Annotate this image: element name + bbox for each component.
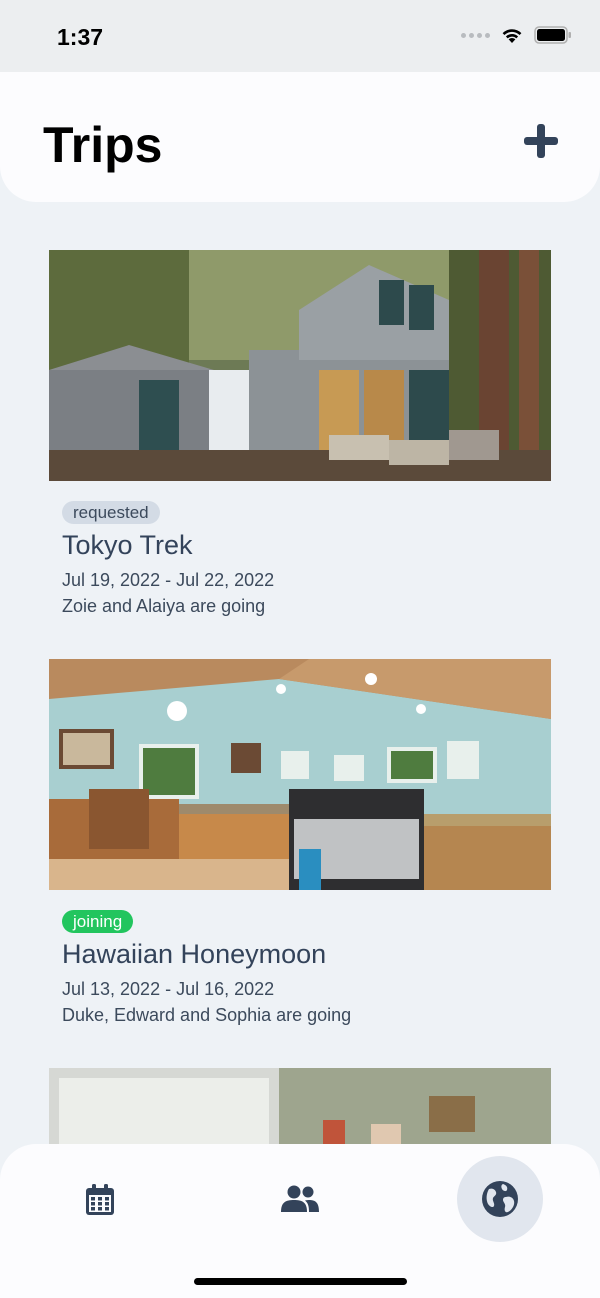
trip-name: Tokyo Trek xyxy=(62,530,193,560)
home-indicator xyxy=(194,1278,407,1285)
calendar-icon xyxy=(86,1183,114,1215)
page-title: Trips xyxy=(43,117,163,173)
tab-bar xyxy=(0,1144,600,1298)
trip-card[interactable]: requested Tokyo Trek Jul 19, 2022 - Jul … xyxy=(49,250,551,617)
add-trip-button[interactable] xyxy=(522,122,560,160)
trip-image xyxy=(49,250,551,481)
trip-list[interactable]: requested Tokyo Trek Jul 19, 2022 - Jul … xyxy=(0,202,600,1144)
trip-card[interactable] xyxy=(49,1068,551,1144)
status-badge: requested xyxy=(62,501,160,524)
trip-name: Hawaiian Honeymoon xyxy=(62,939,327,969)
cellular-dots-icon xyxy=(461,32,490,38)
trip-image xyxy=(49,1068,551,1144)
plus-icon xyxy=(524,124,558,158)
status-badge: joining xyxy=(62,910,134,933)
trip-dates: Jul 13, 2022 - Jul 16, 2022 xyxy=(62,979,275,999)
trip-dates: Jul 19, 2022 - Jul 22, 2022 xyxy=(62,570,275,590)
header: Trips xyxy=(0,72,600,202)
trip-people: Zoie and Alaiya are going xyxy=(62,596,266,616)
tab-people[interactable] xyxy=(270,1164,330,1234)
trip-image xyxy=(49,659,551,890)
globe-icon xyxy=(482,1181,518,1217)
trip-card[interactable]: joining Hawaiian Honeymoon Jul 13, 2022 … xyxy=(49,659,551,1026)
status-time: 1:37 xyxy=(57,24,104,50)
wifi-icon xyxy=(502,29,522,43)
tab-globe[interactable] xyxy=(457,1156,543,1242)
battery-icon xyxy=(534,26,571,44)
trips-screen: 1:37 Trips requested Tokyo Trek Jul 19, … xyxy=(0,0,600,1298)
status-bar: 1:37 xyxy=(0,0,600,72)
people-icon xyxy=(281,1185,319,1212)
trip-people: Duke, Edward and Sophia are going xyxy=(62,1005,352,1025)
tab-calendar[interactable] xyxy=(70,1164,130,1234)
status-icons xyxy=(461,26,572,44)
